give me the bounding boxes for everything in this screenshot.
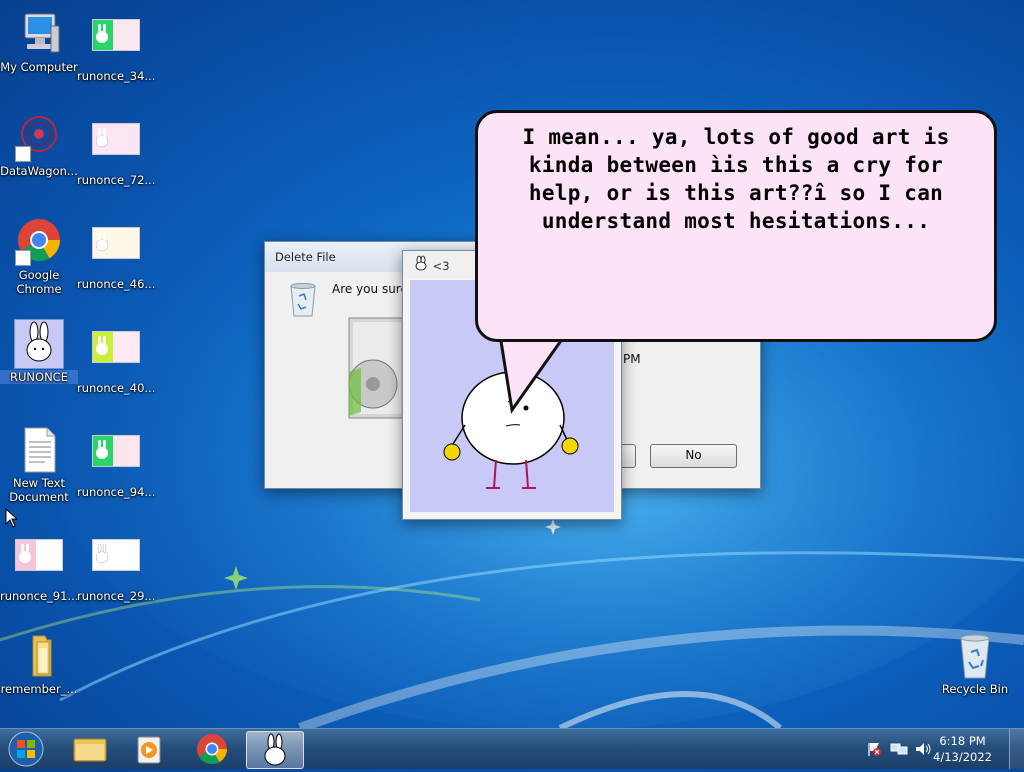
image-file-icon (92, 123, 140, 171)
shortcut-arrow-icon (15, 250, 31, 266)
icon-label: runonce_94... (77, 485, 156, 499)
bunny-app-icon (14, 319, 64, 369)
speech-bubble-tail (495, 330, 575, 414)
no-button[interactable]: No (650, 444, 737, 468)
datawagon-icon (15, 114, 63, 162)
show-desktop-button[interactable] (1009, 729, 1024, 769)
clock-date: 4/13/2022 (933, 750, 992, 764)
image-file-icon (92, 19, 140, 67)
file-thumbnail (339, 312, 409, 426)
taskbar: 6:18 PM 4/13/2022 (0, 728, 1024, 769)
system-clock[interactable]: 6:18 PM 4/13/2022 (933, 733, 992, 765)
computer-icon (15, 10, 63, 58)
desktop-icon-runonce-file[interactable]: runonce_94... (77, 426, 155, 499)
desktop-icon-runonce-file[interactable]: runonce_34... (77, 10, 155, 83)
speech-bubble: I mean... ya, lots of good art is kinda … (475, 110, 997, 342)
desktop-icon-runonce-app[interactable]: RUNONCE (0, 319, 78, 384)
desktop-icon-google-chrome[interactable]: Google Chrome (0, 218, 78, 296)
icon-label: runonce_29... (77, 589, 156, 603)
desktop-icon-runonce-file[interactable]: runonce_91... (0, 530, 78, 603)
icon-label: runonce_40... (77, 381, 156, 395)
yes-button[interactable] (621, 444, 636, 468)
icon-label: Recycle Bin (941, 682, 1009, 696)
icon-label: Google Chrome (16, 268, 62, 296)
bunny-app-icon (264, 733, 286, 766)
icon-label: DataWagon... (0, 164, 78, 178)
volume-icon[interactable] (914, 741, 932, 761)
folder-icon (15, 632, 63, 680)
image-file-icon (92, 331, 140, 379)
icon-label: remember_... (0, 682, 78, 696)
desktop-icon-datawagon[interactable]: DataWagon... (0, 114, 78, 178)
taskbar-media-player[interactable] (122, 731, 178, 767)
bunny-app-icon (413, 252, 429, 282)
date-modified-fragment: PM (623, 352, 641, 366)
action-center-flag-icon[interactable] (866, 741, 882, 761)
clock-time: 6:18 PM (939, 734, 986, 748)
image-file-icon (92, 435, 140, 483)
desktop-icon-remember-folder[interactable]: remember_... (0, 632, 78, 696)
network-icon[interactable] (890, 741, 908, 761)
media-player-icon (137, 736, 161, 764)
start-button[interactable] (6, 730, 46, 772)
chrome-icon (15, 218, 63, 266)
shortcut-arrow-icon (15, 146, 31, 162)
recycle-bin-icon (951, 632, 999, 680)
image-file-icon (15, 539, 63, 587)
image-file-icon (92, 227, 140, 275)
image-file-icon (92, 539, 140, 587)
taskbar-chrome[interactable] (184, 731, 240, 767)
desktop-icon-recycle-bin[interactable]: Recycle Bin (936, 632, 1014, 696)
desktop-icon-runonce-file[interactable]: runonce_46... (77, 218, 155, 291)
desktop-icon-runonce-file[interactable]: runonce_29... (77, 530, 155, 603)
desktop-icon-my-computer[interactable]: My Computer (0, 10, 78, 74)
folder-icon (73, 738, 107, 762)
icon-label: runonce_91... (0, 589, 79, 603)
desktop-icon-runonce-file[interactable]: runonce_72... (77, 114, 155, 187)
chrome-icon (197, 734, 227, 765)
desktop-icon-new-text-document[interactable]: New Text Document (0, 426, 78, 504)
mouse-cursor-icon (5, 508, 19, 528)
icon-label: My Computer (0, 60, 78, 74)
icon-label: New Text Document (9, 476, 69, 504)
icon-label: runonce_46... (77, 277, 156, 291)
icon-label: RUNONCE (0, 370, 78, 384)
icon-label: runonce_72... (77, 173, 156, 187)
taskbar-explorer[interactable] (62, 731, 118, 767)
text-document-icon (15, 426, 63, 474)
taskbar-runonce[interactable] (246, 731, 304, 769)
recycle-bin-icon (287, 282, 319, 322)
icon-label: runonce_34... (77, 69, 156, 83)
bunny-window-title: <3 (432, 259, 450, 273)
desktop-icon-runonce-file[interactable]: runonce_40... (77, 322, 155, 395)
